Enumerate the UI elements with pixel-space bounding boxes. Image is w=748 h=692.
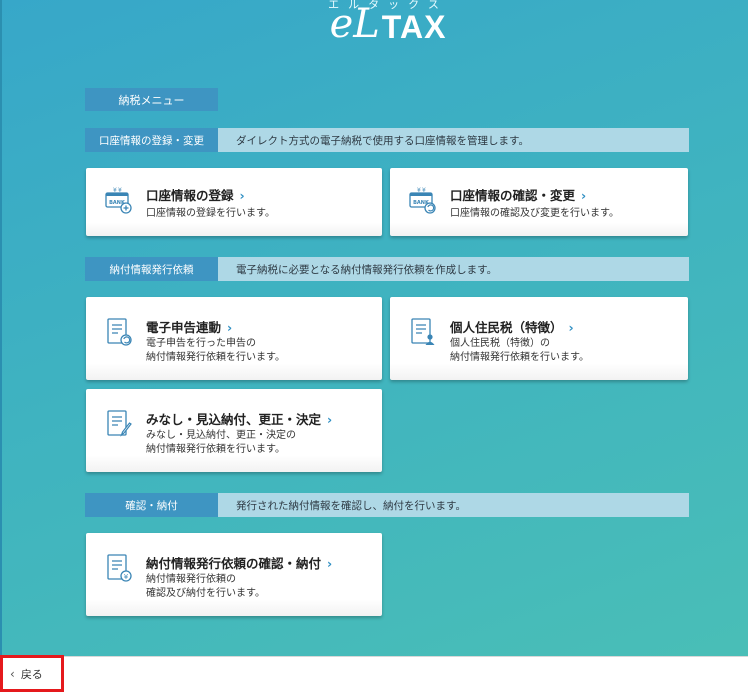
chevron-left-icon: ‹ xyxy=(10,666,15,681)
section-payment-info-tag: 納付情報発行依頼 xyxy=(85,257,218,281)
deemed-payment-title: みなし・見込納付、更正・決定 › xyxy=(146,412,333,427)
logo-tax: TAX xyxy=(381,9,447,45)
svg-text:¥: ¥ xyxy=(422,187,426,194)
document-pen-icon xyxy=(107,410,132,437)
account-confirm-desc: 口座情報の確認及び変更を行います。 xyxy=(450,208,619,219)
e-filing-title: 電子申告連動 › xyxy=(146,320,233,335)
account-confirm-title: 口座情報の確認・変更 › xyxy=(450,188,587,203)
chevron-right-icon: › xyxy=(581,188,587,203)
chevron-right-icon: › xyxy=(568,320,574,335)
resident-tax-card[interactable]: 個人住民税（特徴） › 個人住民税（特徴）の 納付情報発行依頼を行います。 xyxy=(390,297,688,380)
bank-card-plus-icon: BANK ¥ ¥ xyxy=(105,187,132,214)
account-register-desc: 口座情報の登録を行います。 xyxy=(146,208,275,219)
eltax-logo: エルタックス eL TAX xyxy=(318,0,458,44)
section-payment-info: 納付情報発行依頼 電子納税に必要となる納付情報発行依頼を作成します。 xyxy=(85,257,689,281)
window-left-edge xyxy=(0,0,2,692)
confirm-payment-desc-2: 確認及び納付を行います。 xyxy=(146,588,265,599)
section-account: 口座情報の登録・変更 ダイレクト方式の電子納税で使用する口座情報を管理します。 xyxy=(85,128,689,152)
document-person-icon xyxy=(411,318,435,345)
section-account-desc: ダイレクト方式の電子納税で使用する口座情報を管理します。 xyxy=(236,134,529,147)
chevron-right-icon: › xyxy=(327,412,333,427)
back-button-label: 戻る xyxy=(20,667,43,681)
resident-tax-title: 個人住民税（特徴） › xyxy=(450,320,574,335)
svg-text:¥: ¥ xyxy=(417,187,421,194)
page-title: 納税メニュー xyxy=(85,88,218,111)
e-filing-desc-1: 電子申告を行った申告の xyxy=(146,338,256,349)
svg-text:¥: ¥ xyxy=(124,573,129,581)
section-confirm-pay-desc: 発行された納付情報を確認し、納付を行います。 xyxy=(236,499,466,512)
section-confirm-pay-tag: 確認・納付 xyxy=(85,493,218,517)
account-confirm-card[interactable]: BANK ¥ ¥ 口座情報の確認・変更 › 口座情報の確認及び変更を行います。 xyxy=(390,168,688,236)
section-confirm-pay: 確認・納付 発行された納付情報を確認し、納付を行います。 xyxy=(85,493,689,517)
e-filing-card[interactable]: 電子申告連動 › 電子申告を行った申告の 納付情報発行依頼を行います。 xyxy=(86,297,382,380)
svg-text:¥: ¥ xyxy=(113,187,117,194)
logo-ruby: エルタックス xyxy=(328,0,448,11)
footer-bar xyxy=(0,656,748,692)
svg-text:¥: ¥ xyxy=(118,187,122,194)
chevron-right-icon: › xyxy=(239,188,245,203)
confirm-payment-desc-1: 納付情報発行依頼の xyxy=(146,574,236,585)
e-filing-desc-2: 納付情報発行依頼を行います。 xyxy=(146,352,285,363)
bank-card-refresh-icon: BANK ¥ ¥ xyxy=(409,187,436,214)
confirm-payment-title: 納付情報発行依頼の確認・納付 › xyxy=(146,556,333,571)
deemed-payment-desc-2: 納付情報発行依頼を行います。 xyxy=(146,444,285,455)
chevron-right-icon: › xyxy=(227,320,233,335)
chevron-right-icon: › xyxy=(327,556,333,571)
account-register-card[interactable]: BANK ¥ ¥ 口座情報の登録 › 口座情報の登録を行います。 xyxy=(86,168,382,236)
document-yen-icon: ¥ xyxy=(107,554,132,582)
section-account-tag: 口座情報の登録・変更 xyxy=(85,128,218,152)
section-payment-info-desc: 電子納税に必要となる納付情報発行依頼を作成します。 xyxy=(236,263,498,276)
back-button[interactable]: ‹ 戻る xyxy=(0,655,64,692)
document-refresh-icon xyxy=(107,318,132,346)
resident-tax-desc-2: 納付情報発行依頼を行います。 xyxy=(450,352,589,363)
account-register-title: 口座情報の登録 › xyxy=(146,188,245,203)
deemed-payment-card[interactable]: みなし・見込納付、更正・決定 › みなし・見込納付、更正・決定の 納付情報発行依頼… xyxy=(86,389,382,472)
deemed-payment-desc-1: みなし・見込納付、更正・決定の xyxy=(146,430,296,441)
resident-tax-desc-1: 個人住民税（特徴）の xyxy=(450,338,550,349)
confirm-payment-card[interactable]: ¥ 納付情報発行依頼の確認・納付 › 納付情報発行依頼の 確認及び納付を行います。 xyxy=(86,533,382,616)
